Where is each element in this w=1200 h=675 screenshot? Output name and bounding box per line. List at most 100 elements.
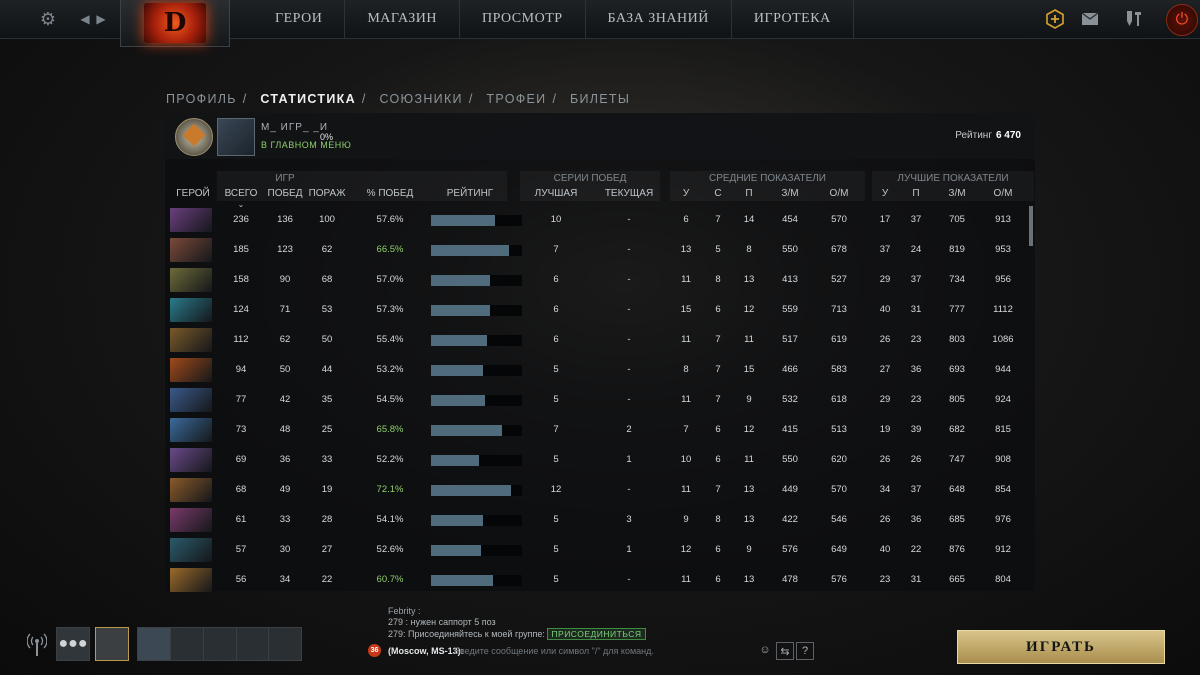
table-row[interactable]: 56 34 22 60.7% 5 - 11 6 13 478 576 23 31 665 804 xyxy=(165,566,1035,596)
header-best-kills[interactable]: У xyxy=(875,188,895,199)
party-slot-4[interactable] xyxy=(236,627,270,661)
table-row[interactable]: 94 50 44 53.2% 5 - 8 7 15 466 583 27 36 693 944 xyxy=(165,356,1035,386)
header-avg-gpm[interactable]: З/М xyxy=(773,188,807,199)
cell-d: 8 xyxy=(715,274,721,285)
tab-trophies[interactable]: ТРОФЕИ xyxy=(486,92,546,106)
rank-medal-icon xyxy=(175,118,213,156)
table-row[interactable]: 73 48 25 65.8% 7 2 7 6 12 415 513 19 39 682 815 xyxy=(165,416,1035,446)
table-row[interactable]: 57 30 27 52.6% 5 1 12 6 9 576 649 40 22 876 912 xyxy=(165,536,1035,566)
mail-icon[interactable] xyxy=(1078,7,1102,31)
tab-profile[interactable]: ПРОФИЛЬ xyxy=(166,92,237,106)
hero-portrait[interactable] xyxy=(170,328,212,352)
header-winrate[interactable]: % ПОБЕД xyxy=(365,188,415,199)
header-hero[interactable]: ГЕРОЙ xyxy=(173,188,213,199)
cell-cur: 1 xyxy=(626,544,632,555)
self-avatar[interactable] xyxy=(95,627,129,661)
cell-winrate: 57.3% xyxy=(376,304,404,315)
cell-ba: 24 xyxy=(910,244,922,255)
hero-portrait[interactable] xyxy=(170,268,212,292)
header-current-streak[interactable]: ТЕКУЩАЯ xyxy=(601,188,657,199)
table-row[interactable]: 68 49 19 72.1% 12 - 11 7 13 449 570 34 37 648 854 xyxy=(165,476,1035,506)
cell-best: 7 xyxy=(553,244,559,255)
power-icon[interactable]: ⏻ xyxy=(1166,4,1198,36)
hero-portrait[interactable] xyxy=(170,538,212,562)
table-row[interactable]: 185 123 62 66.5% 7 - 13 5 8 550 678 37 24 819 953 xyxy=(165,236,1035,266)
nav-heroes[interactable]: ГЕРОИ xyxy=(253,0,346,38)
chat-window-icon[interactable]: ⇆ xyxy=(776,642,794,660)
cell-bx: 804 xyxy=(995,574,1011,585)
cell-total: 57 xyxy=(235,544,247,555)
table-row[interactable]: 61 33 28 54.1% 5 3 9 8 13 422 546 26 36 685 976 xyxy=(165,506,1035,536)
hero-portrait[interactable] xyxy=(170,388,212,412)
cell-k: 11 xyxy=(681,484,691,495)
nav-arcade[interactable]: ИГРОТЕКА xyxy=(732,0,854,38)
cell-cur: - xyxy=(627,394,631,405)
tab-allies[interactable]: СОЮЗНИКИ xyxy=(379,92,462,106)
table-row[interactable]: 77 42 35 54.5% 5 - 11 7 9 532 618 29 23 805 924 xyxy=(165,386,1035,416)
table-row[interactable]: 158 90 68 57.0% 6 - 11 8 13 413 527 29 37 734 956 xyxy=(165,266,1035,296)
cell-a: 13 xyxy=(743,574,755,585)
hero-portrait[interactable] xyxy=(170,508,212,532)
header-best-gpm[interactable]: З/М xyxy=(940,188,974,199)
gear-icon[interactable]: ⚙ xyxy=(37,8,59,30)
chat-input[interactable]: Введите сообщение или символ "/" для ком… xyxy=(454,646,654,656)
hero-portrait[interactable] xyxy=(170,478,212,502)
party-slot-2[interactable] xyxy=(170,627,204,661)
hero-portrait[interactable] xyxy=(170,448,212,472)
hero-portrait[interactable] xyxy=(170,238,212,262)
chat-line-1: Febrity : xyxy=(388,606,421,616)
cell-losses: 35 xyxy=(321,394,333,405)
cell-a: 9 xyxy=(746,544,752,555)
cell-losses: 53 xyxy=(321,304,333,315)
header-avg-kills[interactable]: У xyxy=(676,188,696,199)
main-nav: ГЕРОИ МАГАЗИН ПРОСМОТР БАЗА ЗНАНИЙ ИГРОТ… xyxy=(253,0,854,38)
table-row[interactable]: 112 62 50 55.4% 6 - 11 7 11 517 619 26 23 803 1086 xyxy=(165,326,1035,356)
nav-store[interactable]: МАГАЗИН xyxy=(345,0,460,38)
party-slot-1[interactable] xyxy=(137,627,171,661)
nav-watch[interactable]: ПРОСМОТР xyxy=(460,0,586,38)
join-group-button[interactable]: ПРИСОЕДИНИТЬСЯ xyxy=(547,628,646,640)
cell-a: 11 xyxy=(744,334,754,345)
scrollbar[interactable] xyxy=(1029,206,1033,246)
nav-learn[interactable]: БАЗА ЗНАНИЙ xyxy=(586,0,732,38)
cell-losses: 44 xyxy=(321,364,333,375)
header-rating[interactable]: РЕЙТИНГ xyxy=(440,188,500,199)
play-button[interactable]: ИГРАТЬ xyxy=(957,630,1165,664)
header-avg-xpm[interactable]: О/М xyxy=(822,188,856,199)
header-best-xpm[interactable]: О/М xyxy=(986,188,1020,199)
tab-statistics[interactable]: СТАТИСТИКА xyxy=(260,92,356,106)
hero-portrait[interactable] xyxy=(170,418,212,442)
avatar[interactable] xyxy=(217,118,255,156)
dota-logo-button[interactable]: D xyxy=(120,0,230,47)
party-slot-3[interactable] xyxy=(203,627,237,661)
plus-icon[interactable] xyxy=(1043,7,1067,31)
forward-icon[interactable]: ▶ xyxy=(90,8,112,30)
rating-bar-fill xyxy=(431,365,483,376)
armory-icon[interactable] xyxy=(1122,7,1146,31)
party-button[interactable]: ●●● xyxy=(56,627,90,661)
party-slot-5[interactable] xyxy=(268,627,302,661)
header-best-streak[interactable]: ЛУЧШАЯ xyxy=(531,188,581,199)
emoji-icon[interactable]: ☺ xyxy=(757,642,773,658)
hero-portrait[interactable] xyxy=(170,358,212,382)
cell-bx: 953 xyxy=(995,244,1011,255)
table-row[interactable]: 69 36 33 52.2% 5 1 10 6 11 550 620 26 26 747 908 xyxy=(165,446,1035,476)
table-row[interactable]: 236 136 100 57.6% 10 - 6 7 14 454 570 17 37 705 913 xyxy=(165,206,1035,236)
header-losses[interactable]: ПОРАЖ xyxy=(306,188,348,199)
header-avg-assists[interactable]: П xyxy=(739,188,759,199)
cell-ba: 37 xyxy=(910,274,922,285)
help-button[interactable]: ? xyxy=(796,642,814,660)
cell-a: 8 xyxy=(746,244,752,255)
table-row[interactable]: 124 71 53 57.3% 6 - 15 6 12 559 713 40 31 777 1112 xyxy=(165,296,1035,326)
tab-tickets[interactable]: БИЛЕТЫ xyxy=(570,92,630,106)
header-avg-deaths[interactable]: С xyxy=(708,188,728,199)
chat-channel[interactable]: (Moscow, MS-13): xyxy=(388,646,464,656)
broadcast-icon[interactable] xyxy=(26,632,48,658)
cell-losses: 22 xyxy=(321,574,333,585)
header-best-assists[interactable]: П xyxy=(906,188,926,199)
hero-portrait[interactable] xyxy=(170,298,212,322)
hero-portrait[interactable] xyxy=(170,208,212,232)
header-wins[interactable]: ПОБЕД xyxy=(265,188,305,199)
cell-bg: 747 xyxy=(949,454,965,465)
hero-portrait[interactable] xyxy=(170,568,212,592)
